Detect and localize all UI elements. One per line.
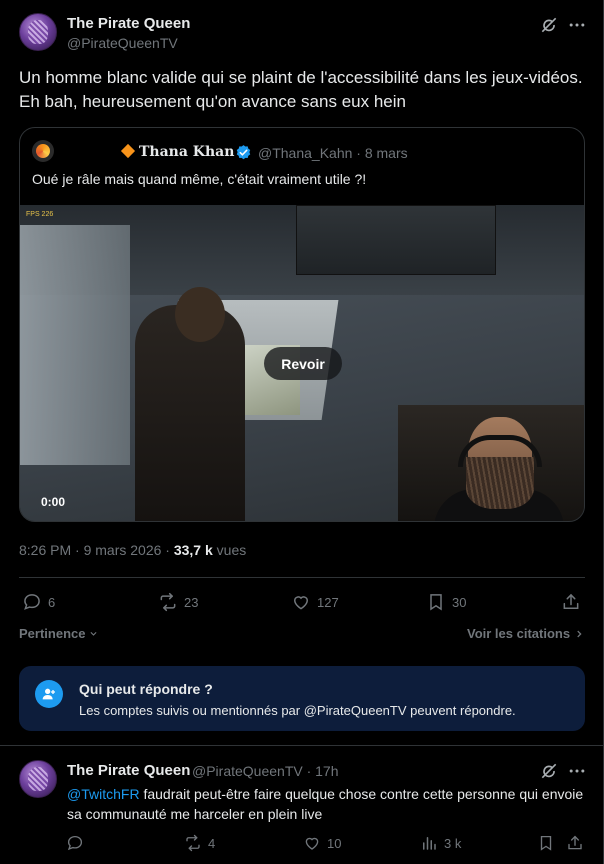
divider	[19, 577, 585, 578]
reply-like-button[interactable]: 10	[303, 834, 341, 852]
post-header: The Pirate Queen @PirateQueenTV	[19, 13, 589, 55]
reply-repost-count: 4	[208, 835, 216, 851]
reply-share-button[interactable]	[566, 834, 584, 852]
sort-label: Pertinence	[19, 626, 86, 641]
grok-icon[interactable]	[539, 15, 559, 35]
reply-restriction-notice: Qui peut répondre ? Les comptes suivis o…	[19, 666, 585, 731]
video-fps-counter: FPS 226	[26, 211, 54, 218]
tweet-text: Un homme blanc valide qui se plaint de l…	[19, 66, 589, 114]
reply-like-count: 10	[327, 835, 342, 851]
video-scene-cabinet	[20, 225, 130, 465]
tweet-detail-page: The Pirate Queen @PirateQueenTV Un homme…	[0, 0, 604, 864]
reply-views-button[interactable]: 3 k	[420, 834, 461, 852]
repost-icon	[186, 834, 200, 852]
video-timestamp: 0:00	[41, 495, 66, 509]
share-icon	[568, 835, 582, 850]
affiliate-badge-icon	[120, 143, 136, 159]
post-timestamp[interactable]: 8:26 PM · 9 mars 2026 ·	[19, 542, 174, 558]
like-icon	[293, 596, 309, 610]
reply-count: 6	[48, 594, 56, 610]
chevron-down-icon	[90, 631, 97, 636]
tweet-text-line: Eh bah, heureusement qu'on avance sans e…	[19, 92, 406, 111]
like-icon	[305, 837, 319, 850]
quoted-avatar[interactable]	[32, 140, 54, 162]
video-scene-character-head	[175, 287, 225, 342]
reply-reply-button[interactable]	[66, 834, 84, 852]
bookmark-button[interactable]: 30	[426, 592, 466, 612]
video-scene-crate	[296, 205, 496, 275]
quoted-display-name[interactable]: Thana Khan	[139, 144, 234, 160]
view-quotes-link[interactable]: Voir les citations	[467, 626, 584, 641]
views-count: 33,7 k	[173, 542, 213, 558]
avatar[interactable]	[19, 13, 57, 51]
verified-icon	[236, 145, 251, 160]
people-icon	[35, 680, 63, 708]
like-count: 127	[317, 594, 339, 610]
reply-restriction-title: Qui peut répondre ?	[79, 681, 213, 697]
repost-icon	[160, 592, 176, 612]
sort-dropdown[interactable]: Pertinence	[19, 626, 98, 641]
quoted-text: Oué je râle mais quand même, c'était vra…	[32, 171, 367, 187]
reply-icon	[24, 594, 40, 610]
mention-link[interactable]: @TwitchFR	[67, 786, 140, 802]
reply-bookmark-button[interactable]	[537, 834, 555, 852]
chevron-right-icon	[577, 630, 582, 637]
more-icon[interactable]	[567, 761, 587, 781]
replay-button[interactable]: Revoir	[264, 347, 342, 380]
post-meta: 8:26 PM · 9 mars 2026 · 33,7 k vues	[19, 542, 246, 558]
bookmark-count: 30	[452, 594, 467, 610]
quoted-handle-date[interactable]: @Thana_Kahn · 8 mars	[258, 145, 408, 161]
bookmark-icon	[430, 594, 442, 611]
reply-handle-time[interactable]: @PirateQueenTV · 17h	[192, 763, 339, 779]
repost-count: 23	[184, 594, 199, 610]
reply-views-count: 3 k	[444, 835, 462, 851]
grok-icon[interactable]	[539, 761, 559, 781]
views-icon	[423, 837, 436, 850]
avatar[interactable]	[19, 760, 57, 798]
views-suffix: vues	[212, 542, 247, 558]
reply-repost-button[interactable]: 4	[184, 834, 215, 852]
like-button[interactable]: 127	[291, 592, 339, 612]
more-icon[interactable]	[567, 15, 587, 35]
reply-text-body: faudrait peut-être faire quelque chose c…	[67, 786, 584, 822]
reply-restriction-description: Les comptes suivis ou mentionnés par @Pi…	[79, 703, 516, 718]
reply-button[interactable]: 6	[22, 592, 55, 612]
bookmark-icon	[540, 835, 552, 851]
webcam-overlay	[398, 405, 584, 521]
tweet-text-line: Un homme blanc valide qui se plaint de l…	[19, 68, 583, 87]
author-display-name[interactable]: The Pirate Queen	[67, 15, 190, 32]
view-quotes-label: Voir les citations	[467, 626, 571, 641]
repost-button[interactable]: 23	[158, 592, 198, 612]
quoted-tweet[interactable]: Thana Khan @Thana_Kahn · 8 mars Oué je r…	[19, 127, 585, 522]
reply-icon	[67, 835, 83, 851]
section-separator	[0, 745, 604, 746]
author-handle[interactable]: @PirateQueenTV	[67, 35, 178, 51]
share-icon	[563, 593, 579, 609]
reply-author-name[interactable]: The Pirate Queen	[67, 762, 190, 779]
share-button[interactable]	[561, 592, 581, 612]
reply-text: @TwitchFR faudrait peut-être faire quelq…	[67, 784, 587, 824]
video-player[interactable]: FPS 226 Revoir 0:00	[20, 205, 584, 521]
